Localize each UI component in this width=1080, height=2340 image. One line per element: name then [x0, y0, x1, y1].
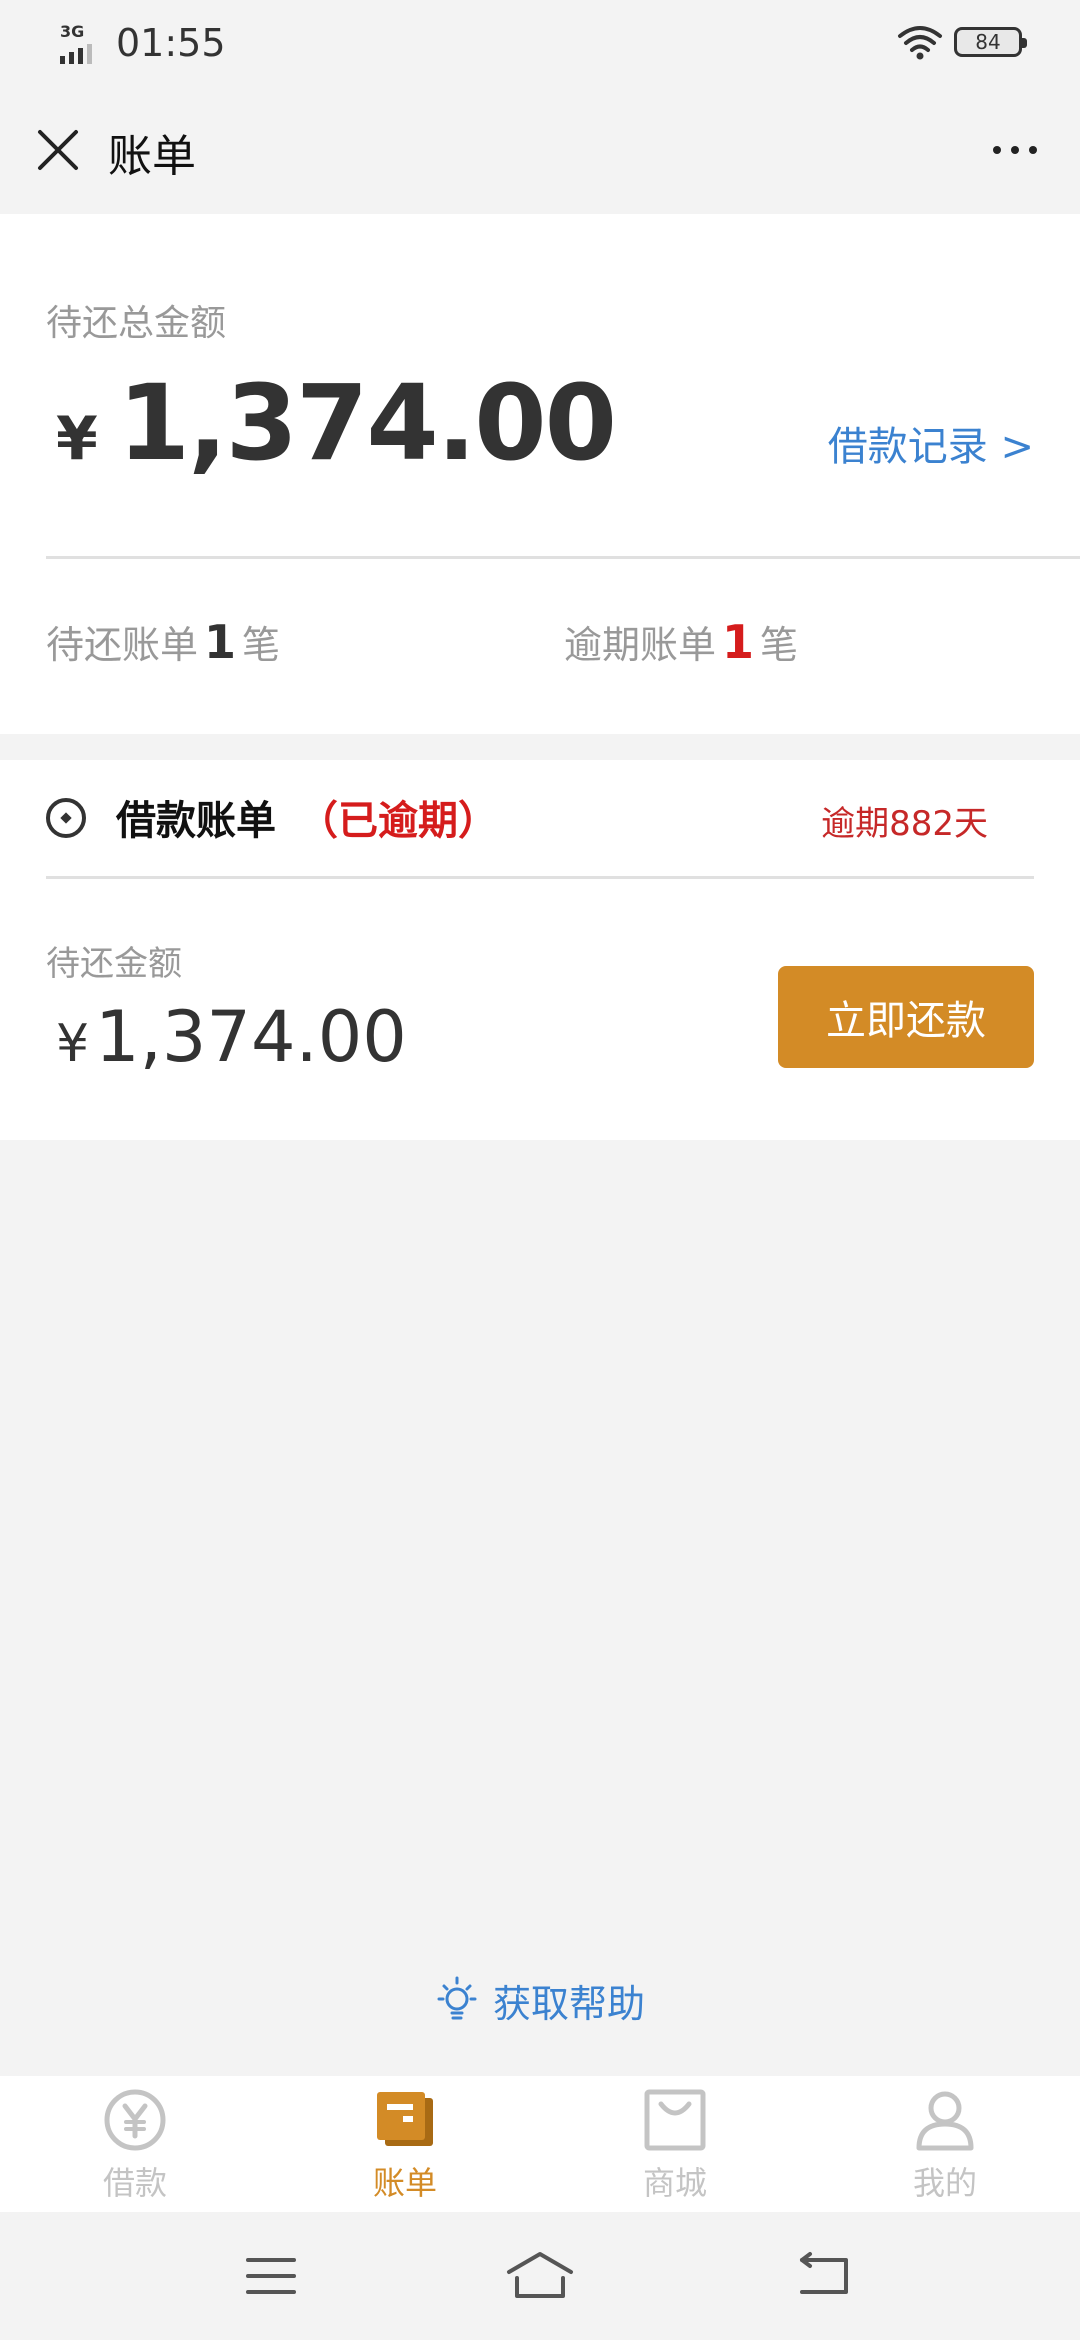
total-label: 待还总金额	[46, 303, 227, 344]
overdue-bills-label: 逾期账单	[564, 623, 717, 667]
back-button[interactable]	[790, 2246, 860, 2306]
title-bar: 账单	[0, 86, 1080, 214]
more-dot-icon	[993, 146, 1001, 154]
get-help-link[interactable]: 获取帮助	[0, 1970, 1080, 2030]
tab-label: 商城	[642, 2164, 707, 2202]
pending-bills-label: 待还账单	[46, 623, 199, 667]
pay-now-button[interactable]: 立即还款	[778, 966, 1034, 1068]
yen-coin-icon	[104, 2089, 166, 2151]
pending-amount-label: 待还金额	[46, 944, 182, 984]
battery-icon: 84	[954, 27, 1027, 57]
overdue-days: 逾期882天	[821, 804, 988, 844]
tab-bill[interactable]: 账单	[270, 2076, 540, 2212]
pending-bills-count: 1	[204, 615, 237, 669]
more-dot-icon	[1029, 146, 1037, 154]
currency-symbol: ¥	[56, 404, 98, 474]
divider	[46, 556, 1080, 559]
pending-amount: ¥ 1,374.00	[56, 996, 407, 1078]
total-amount: ¥ 1,374.00	[56, 362, 617, 484]
pending-bills-stat: 待还账单 1 笔	[46, 614, 280, 669]
home-button[interactable]	[505, 2246, 575, 2306]
bill-icon	[377, 2092, 433, 2146]
home-icon	[507, 2252, 573, 2298]
wifi-icon	[898, 26, 942, 60]
overdue-bills-unit: 笔	[760, 623, 799, 667]
overdue-bills-stat: 逾期账单 1 笔	[564, 614, 798, 669]
more-dot-icon	[1011, 146, 1019, 154]
tab-label: 借款	[102, 2164, 167, 2202]
cellular-signal-icon: 3G	[58, 20, 104, 66]
battery-level: 84	[975, 30, 1001, 54]
bottom-tab-bar: 借款 账单 商城 我的	[0, 2076, 1080, 2212]
status-right: 84	[896, 22, 1027, 62]
pending-bills-unit: 笔	[242, 623, 281, 667]
total-amount-value: 1,374.00	[117, 362, 617, 484]
get-help-label: 获取帮助	[492, 1981, 645, 2026]
status-bar: 3G 01:55 84	[0, 0, 1080, 86]
bill-title: 借款账单	[116, 798, 276, 844]
menu-icon	[246, 2258, 296, 2294]
shopping-bag-icon	[644, 2089, 706, 2151]
signal-bars	[60, 44, 92, 64]
divider	[46, 876, 1034, 879]
tab-mine[interactable]: 我的	[810, 2076, 1080, 2212]
summary-card: 待还总金额 ¥ 1,374.00 借款记录 > 待还账单 1 笔 逾期账单 1 …	[0, 214, 1080, 734]
currency-symbol: ¥	[56, 1014, 90, 1074]
pending-amount-value: 1,374.00	[95, 996, 407, 1078]
loan-bill-card[interactable]: 借款账单 （已逾期） 逾期882天 待还金额 ¥ 1,374.00 立即还款	[0, 760, 1080, 1140]
close-button[interactable]	[30, 122, 86, 178]
radio-circle-icon	[46, 798, 86, 838]
system-nav-bar	[0, 2212, 1080, 2340]
clock: 01:55	[116, 21, 226, 65]
page-title: 账单	[108, 131, 196, 182]
network-type: 3G	[60, 22, 85, 41]
bill-status-badge: （已逾期）	[298, 798, 498, 844]
person-icon	[916, 2091, 974, 2151]
tab-loan[interactable]: 借款	[0, 2076, 270, 2212]
more-options-button[interactable]	[980, 122, 1050, 178]
menu-button[interactable]	[236, 2246, 306, 2306]
loan-records-link[interactable]: 借款记录 >	[828, 414, 1034, 472]
back-icon	[800, 2252, 848, 2294]
tab-label: 我的	[912, 2164, 977, 2202]
tab-mall[interactable]: 商城	[540, 2076, 810, 2212]
overdue-bills-count: 1	[722, 615, 755, 669]
status-left: 3G 01:55	[58, 18, 226, 68]
lightbulb-icon	[437, 1976, 477, 2020]
close-icon	[38, 130, 78, 170]
tab-label: 账单	[372, 2164, 437, 2202]
